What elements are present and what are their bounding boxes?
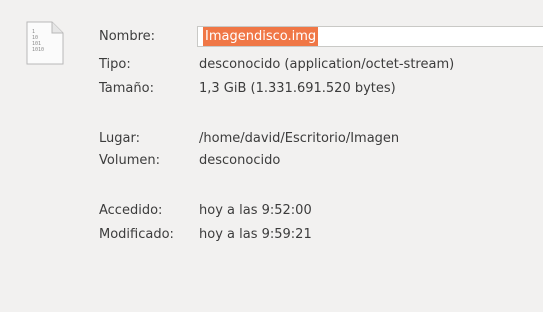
modified-value: hoy a las 9:59:21: [199, 227, 312, 242]
name-input[interactable]: Imagendisco.img: [197, 26, 543, 47]
binary-file-icon-text: 1 10 101 1010: [32, 29, 45, 53]
volume-value: desconocido: [199, 153, 281, 168]
location-value: /home/david/Escritorio/Imagen: [199, 131, 400, 146]
accessed-value: hoy a las 9:52:00: [199, 203, 312, 218]
accessed-label: Accedido:: [99, 203, 163, 218]
size-label: Tamaño:: [99, 81, 154, 96]
size-value: 1,3 GiB (1.331.691.520 bytes): [199, 81, 396, 96]
binary-file-icon: 1 10 101 1010: [22, 20, 68, 66]
name-label: Nombre:: [99, 29, 156, 44]
location-label: Lugar:: [99, 131, 140, 146]
volume-label: Volumen:: [99, 153, 160, 168]
name-selected-text: Imagendisco.img: [203, 27, 319, 46]
modified-label: Modificado:: [99, 227, 174, 242]
type-label: Tipo:: [99, 57, 131, 72]
type-value: desconocido (application/octet-stream): [199, 57, 455, 72]
